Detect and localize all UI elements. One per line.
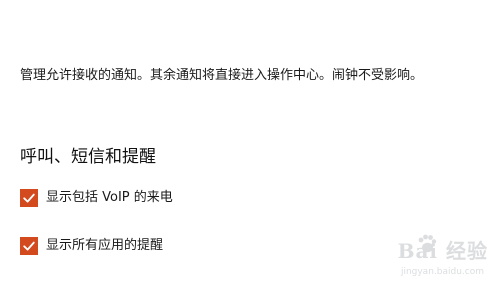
option-show-app-reminders[interactable]: 显示所有应用的提醒: [20, 236, 163, 256]
section-title: 呼叫、短信和提醒: [20, 147, 156, 167]
checkbox-show-app-reminders[interactable]: [20, 237, 38, 255]
watermark: Bai 经验 jingyan.baidu.com: [364, 229, 494, 279]
option-show-voip-calls[interactable]: 显示包括 VoIP 的来电: [20, 188, 173, 208]
checkmark-icon: [23, 193, 35, 203]
notification-description: 管理允许接收的通知。其余通知将直接进入操作中心。闹钟不受影响。: [20, 68, 424, 83]
checkbox-show-voip-calls[interactable]: [20, 189, 38, 207]
option-label-show-voip-calls: 显示包括 VoIP 的来电: [46, 190, 173, 205]
option-label-show-app-reminders: 显示所有应用的提醒: [46, 238, 164, 253]
watermark-url: jingyan.baidu.com: [400, 267, 484, 277]
checkmark-icon: [23, 241, 35, 251]
watermark-text: Bai 经验: [397, 239, 488, 263]
